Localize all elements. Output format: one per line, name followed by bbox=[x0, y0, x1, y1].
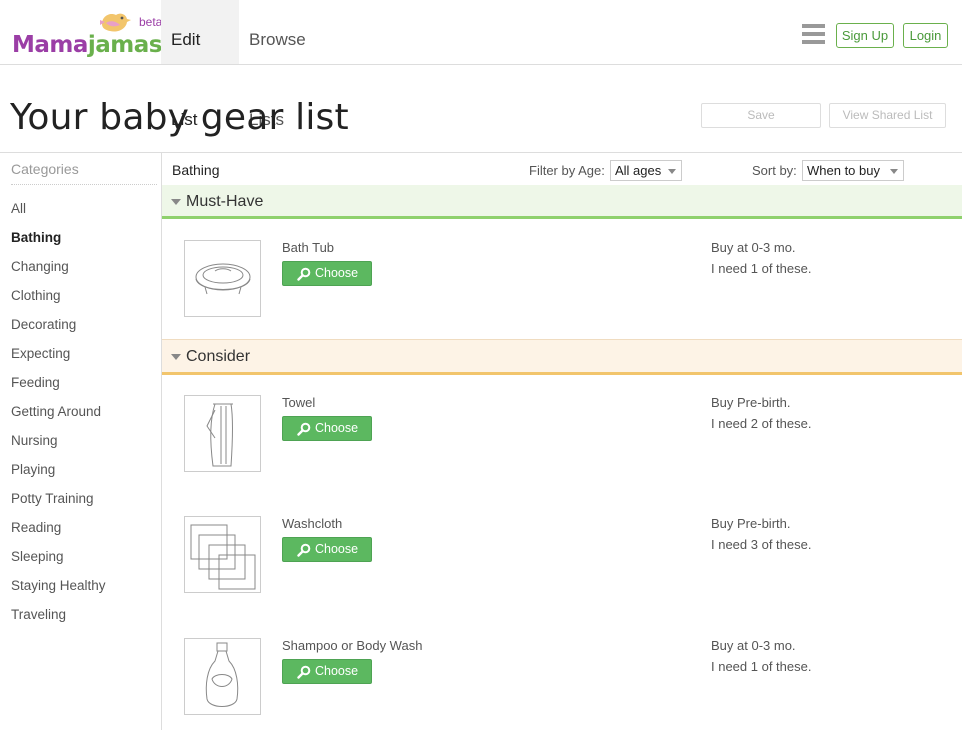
search-icon bbox=[297, 267, 311, 281]
search-icon bbox=[297, 665, 311, 679]
choose-label: Choose bbox=[315, 664, 359, 678]
sidebar-item-reading[interactable]: Reading bbox=[11, 520, 61, 535]
sidebar-item-clothing[interactable]: Clothing bbox=[11, 288, 61, 303]
menu-line bbox=[802, 24, 825, 28]
menu-line bbox=[802, 40, 825, 44]
save-button[interactable]: Save bbox=[701, 103, 821, 128]
menu-line bbox=[802, 32, 825, 36]
sidebar-item-potty-training[interactable]: Potty Training bbox=[11, 491, 94, 506]
top-navigation-bar: Mamajamas beta Edit List Browse Lists Si… bbox=[0, 0, 962, 129]
list-item: Bath Tub Choose Buy at 0-3 mo. I need 1 … bbox=[162, 240, 962, 330]
item-name: Bath Tub bbox=[282, 240, 335, 255]
sidebar-item-feeding[interactable]: Feeding bbox=[11, 375, 60, 390]
sort-by-select[interactable]: When to buy bbox=[802, 160, 904, 181]
sidebar-item-sleeping[interactable]: Sleeping bbox=[11, 549, 64, 564]
item-name: Shampoo or Body Wash bbox=[282, 638, 423, 653]
search-icon bbox=[297, 422, 311, 436]
quantity-needed: I need 1 of these. bbox=[711, 659, 812, 674]
sidebar-item-bathing[interactable]: Bathing bbox=[11, 230, 61, 245]
choose-label: Choose bbox=[315, 266, 359, 280]
sign-up-button[interactable]: Sign Up bbox=[836, 23, 894, 48]
collapse-triangle-icon bbox=[171, 199, 181, 205]
quantity-needed: I need 2 of these. bbox=[711, 416, 812, 431]
buy-timing: Buy at 0-3 mo. bbox=[711, 240, 796, 255]
chevron-down-icon bbox=[890, 169, 898, 174]
sidebar-item-expecting[interactable]: Expecting bbox=[11, 346, 70, 361]
sidebar-item-traveling[interactable]: Traveling bbox=[11, 607, 66, 622]
logo-wordmark-part2: jamas bbox=[87, 32, 163, 58]
quantity-needed: I need 3 of these. bbox=[711, 537, 812, 552]
sidebar-item-staying-healthy[interactable]: Staying Healthy bbox=[11, 578, 106, 593]
chevron-down-icon bbox=[668, 169, 676, 174]
tab-edit-list[interactable]: Edit List bbox=[161, 0, 239, 129]
towel-icon bbox=[184, 395, 261, 472]
bath-tub-icon bbox=[184, 240, 261, 317]
choose-button[interactable]: Choose bbox=[282, 261, 372, 286]
choose-label: Choose bbox=[315, 421, 359, 435]
list-item: Shampoo or Body Wash Choose Buy at 0-3 m… bbox=[162, 638, 962, 728]
login-button[interactable]: Login bbox=[903, 23, 948, 48]
washcloth-icon bbox=[184, 516, 261, 593]
choose-button[interactable]: Choose bbox=[282, 416, 372, 441]
list-item: Towel Choose Buy Pre-birth. I need 2 of … bbox=[162, 395, 962, 485]
tab-browse-lists[interactable]: Browse Lists bbox=[239, 0, 354, 129]
choose-button[interactable]: Choose bbox=[282, 659, 372, 684]
sidebar-item-changing[interactable]: Changing bbox=[11, 259, 69, 274]
section-title: Must-Have bbox=[186, 193, 264, 210]
search-icon bbox=[297, 543, 311, 557]
sort-by-label: Sort by: bbox=[752, 163, 797, 178]
sidebar-item-playing[interactable]: Playing bbox=[11, 462, 55, 477]
section-must-have[interactable]: Must-Have bbox=[162, 185, 962, 219]
section-consider[interactable]: Consider bbox=[162, 339, 962, 375]
sidebar-item-nursing[interactable]: Nursing bbox=[11, 433, 58, 448]
current-category-label: Bathing bbox=[172, 162, 220, 178]
mamajamas-logo[interactable]: Mamajamas beta bbox=[10, 10, 163, 58]
list-item: Washcloth Choose Buy Pre-birth. I need 3… bbox=[162, 516, 962, 606]
shampoo-bottle-icon bbox=[184, 638, 261, 715]
sidebar-item-getting-around[interactable]: Getting Around bbox=[11, 404, 101, 419]
buy-timing: Buy at 0-3 mo. bbox=[711, 638, 796, 653]
categories-sidebar: Categories All Bathing Changing Clothing… bbox=[0, 153, 162, 730]
choose-button[interactable]: Choose bbox=[282, 537, 372, 562]
age-filter-select[interactable]: All ages bbox=[610, 160, 682, 181]
beta-label: beta bbox=[139, 15, 163, 29]
choose-label: Choose bbox=[315, 542, 359, 556]
item-name: Washcloth bbox=[282, 516, 343, 531]
section-title: Consider bbox=[186, 348, 251, 365]
sidebar-item-all[interactable]: All bbox=[11, 201, 26, 216]
hamburger-menu-icon[interactable] bbox=[802, 24, 825, 46]
buy-timing: Buy Pre-birth. bbox=[711, 516, 791, 531]
logo-wordmark: Mamajamas bbox=[12, 32, 163, 58]
categories-heading: Categories bbox=[11, 161, 157, 185]
view-shared-list-button[interactable]: View Shared List bbox=[829, 103, 946, 128]
gear-list-content: Bathing Filter by Age: All ages Sort by:… bbox=[162, 153, 962, 730]
buy-timing: Buy Pre-birth. bbox=[711, 395, 791, 410]
page-title: Your baby gear list bbox=[10, 97, 349, 138]
sort-by-value: When to buy bbox=[807, 163, 880, 178]
collapse-triangle-icon bbox=[171, 354, 181, 360]
item-name: Towel bbox=[282, 395, 316, 410]
quantity-needed: I need 1 of these. bbox=[711, 261, 812, 276]
age-filter-value: All ages bbox=[615, 163, 662, 178]
logo-wordmark-part1: Mama bbox=[12, 32, 88, 58]
sidebar-item-decorating[interactable]: Decorating bbox=[11, 317, 76, 332]
filter-by-age-label: Filter by Age: bbox=[529, 163, 605, 178]
